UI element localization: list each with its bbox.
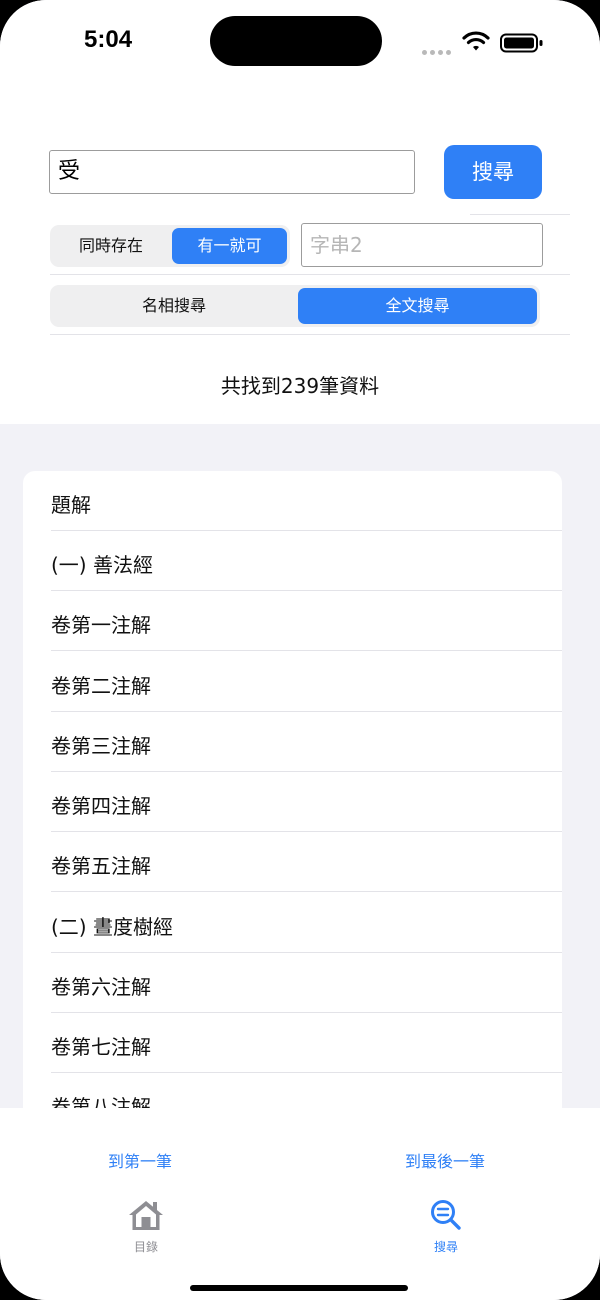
list-item-label: 卷第二注解 bbox=[51, 674, 151, 698]
house-icon bbox=[129, 1201, 163, 1230]
divider bbox=[50, 274, 570, 275]
list-item[interactable]: 卷第四注解 bbox=[23, 772, 562, 832]
list-item-label: 卷第一注解 bbox=[51, 613, 151, 637]
list-item-label: 卷第四注解 bbox=[51, 794, 151, 818]
segment-any-term[interactable]: 有一就可 bbox=[172, 228, 287, 264]
dynamic-island bbox=[210, 16, 382, 66]
string2-input[interactable]: 字串2 bbox=[301, 223, 543, 267]
list-item[interactable]: 卷第七注解 bbox=[23, 1013, 562, 1073]
search-button[interactable]: 搜尋 bbox=[444, 145, 542, 199]
segment-all-terms[interactable]: 同時存在 bbox=[53, 228, 169, 264]
results-list: 題解 (一) 善法經 卷第一注解 卷第二注解 卷第三注解 卷第四注解 卷第五注解… bbox=[23, 471, 562, 1151]
search-input[interactable]: 受 bbox=[49, 150, 415, 194]
list-item-label: 卷第七注解 bbox=[51, 1035, 151, 1059]
home-indicator[interactable] bbox=[190, 1285, 408, 1291]
list-item[interactable]: 卷第五注解 bbox=[23, 832, 562, 892]
list-item[interactable]: (一) 善法經 bbox=[23, 531, 562, 591]
list-item[interactable]: (二) 晝度樹經 bbox=[23, 893, 562, 953]
search-scope-segmented-control[interactable]: 名相搜尋 全文搜尋 bbox=[50, 285, 540, 327]
result-count: 共找到239筆資料 bbox=[220, 374, 380, 398]
tab-search[interactable]: 搜尋 bbox=[401, 1198, 491, 1255]
tab-label: 搜尋 bbox=[433, 1240, 458, 1254]
list-item[interactable]: 卷第一注解 bbox=[23, 591, 562, 651]
list-item[interactable]: 卷第二注解 bbox=[23, 652, 562, 712]
list-item-label: 題解 bbox=[51, 493, 91, 517]
segment-fulltext-search[interactable]: 全文搜尋 bbox=[298, 288, 537, 324]
list-item-label: (二) 晝度樹經 bbox=[51, 915, 173, 939]
go-to-last-link[interactable]: 到最後一筆 bbox=[405, 1148, 485, 1172]
list-item[interactable]: 題解 bbox=[23, 471, 562, 531]
list-item-label: 卷第六注解 bbox=[51, 975, 151, 999]
list-item-label: 卷第三注解 bbox=[51, 734, 151, 758]
segment-term-search[interactable]: 名相搜尋 bbox=[53, 288, 295, 324]
battery-icon bbox=[500, 33, 543, 53]
cellular-signal-icon bbox=[422, 40, 456, 55]
match-mode-segmented-control[interactable]: 同時存在 有一就可 bbox=[50, 225, 290, 267]
list-item-label: (一) 善法經 bbox=[51, 553, 153, 577]
status-time: 5:04 bbox=[84, 26, 133, 53]
search-magnifier-icon bbox=[431, 1200, 461, 1230]
phone-screen: 5:04 受 搜尋 同時存在 有一就可 字串2 名相搜尋 全文搜尋 共找到239… bbox=[0, 0, 600, 1300]
tab-label: 目錄 bbox=[133, 1240, 158, 1254]
tab-contents[interactable]: 目錄 bbox=[101, 1198, 191, 1255]
list-item[interactable]: 卷第六注解 bbox=[23, 953, 562, 1013]
divider bbox=[50, 334, 570, 335]
wifi-icon bbox=[462, 31, 490, 51]
bottom-toolbar: 到第一筆 到最後一筆 目錄 搜尋 bbox=[0, 1108, 600, 1300]
list-item-label: 卷第五注解 bbox=[51, 854, 151, 878]
list-item[interactable]: 卷第三注解 bbox=[23, 712, 562, 772]
divider bbox=[470, 214, 570, 215]
go-to-first-link[interactable]: 到第一筆 bbox=[108, 1148, 172, 1172]
